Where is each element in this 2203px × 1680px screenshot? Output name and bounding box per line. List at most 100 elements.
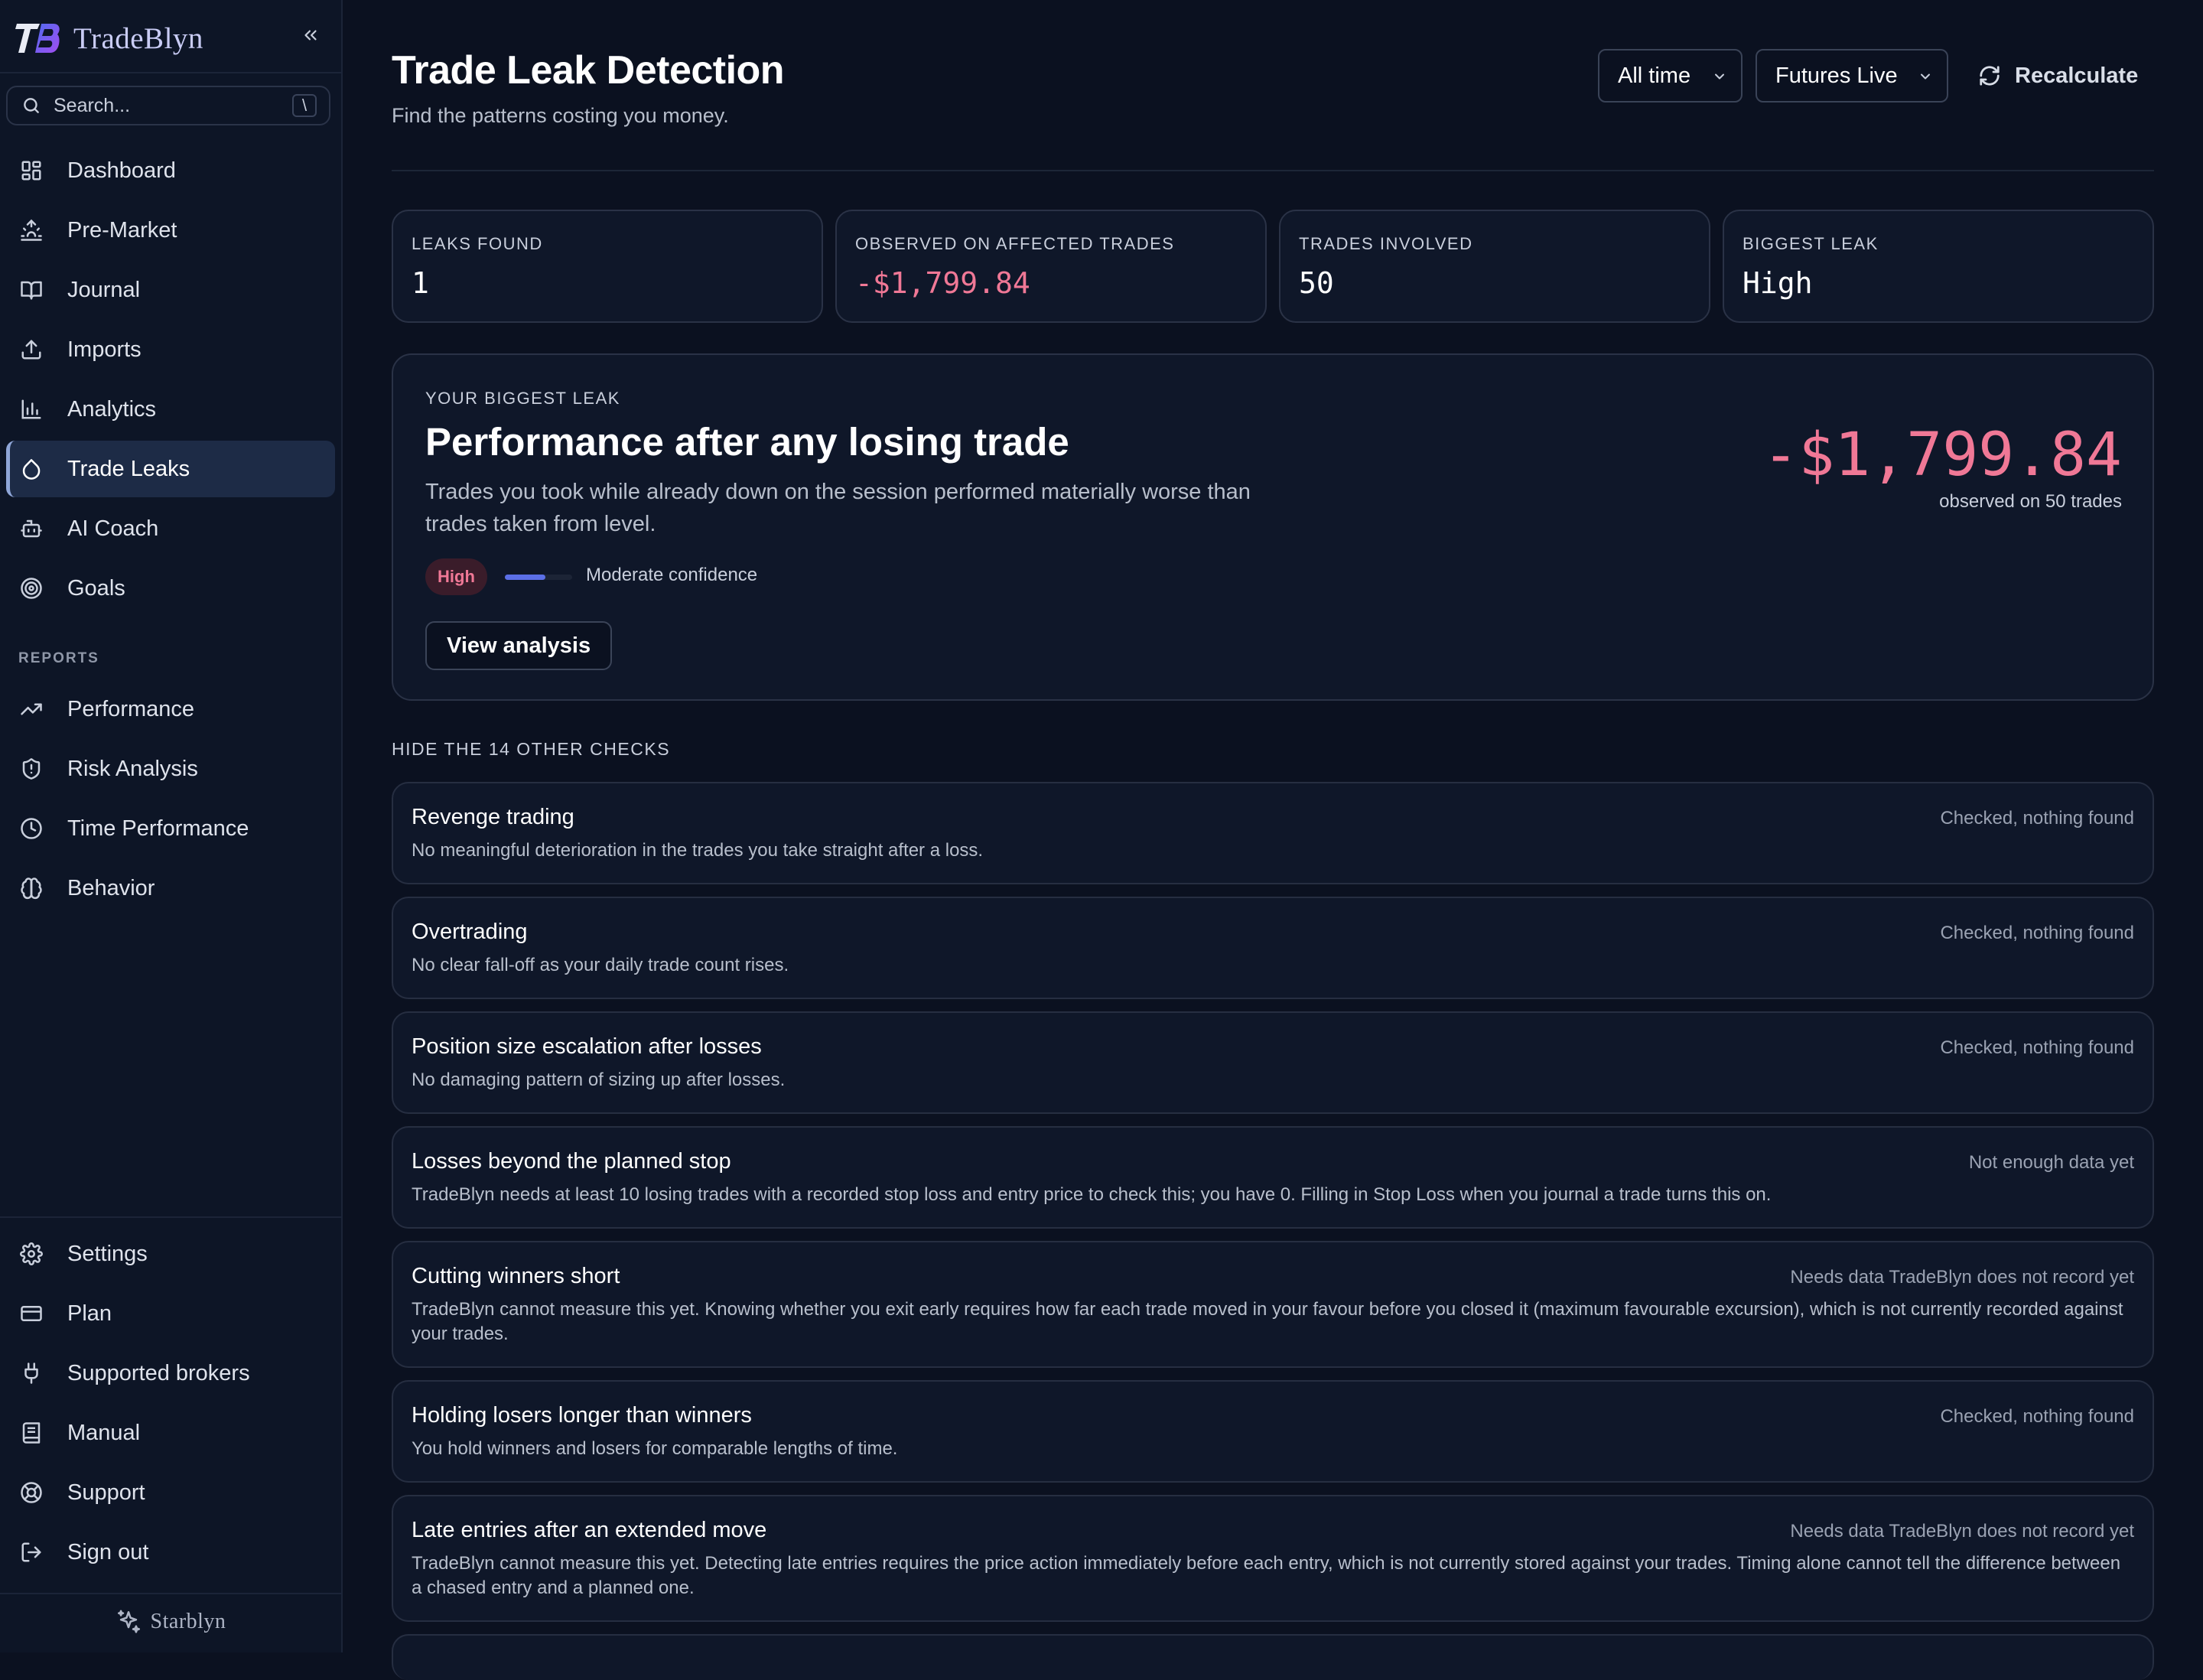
book-icon — [18, 1420, 44, 1446]
stat-card-biggest-leak: BIGGEST LEAK High — [1723, 210, 2154, 323]
sidebar-item-label: Plan — [67, 1301, 112, 1326]
sidebar-item-imports[interactable]: Imports — [6, 321, 335, 378]
starblyn-footer[interactable]: Starblyn — [0, 1599, 341, 1645]
sidebar-item-time-performance[interactable]: Time Performance — [6, 800, 335, 857]
search-box[interactable]: \ — [6, 86, 330, 125]
check-title: Position size escalation after losses — [412, 1034, 762, 1059]
stat-label: OBSERVED ON AFFECTED TRADES — [855, 234, 1175, 253]
sidebar-item-plan[interactable]: Plan — [6, 1285, 335, 1342]
collapse-sidebar-button[interactable] — [295, 20, 326, 50]
sidebar-item-manual[interactable]: Manual — [6, 1405, 335, 1461]
check-card-revenge-trading[interactable]: Revenge trading Checked, nothing found N… — [392, 782, 2154, 884]
chevrons-left-icon — [304, 30, 317, 41]
sidebar-item-label: Imports — [67, 337, 142, 362]
biggest-leak-title: Performance after any losing trade — [425, 420, 1069, 464]
sidebar-item-label: Trade Leaks — [67, 456, 190, 481]
upload-icon — [18, 337, 44, 363]
toggle-other-checks[interactable]: HIDE THE 14 OTHER CHECKS — [392, 739, 670, 760]
check-description: TradeBlyn cannot measure this yet. Knowi… — [412, 1299, 2123, 1344]
sidebar-item-journal[interactable]: Journal — [6, 262, 335, 318]
sidebar-item-label: Settings — [67, 1241, 148, 1266]
check-card-holding-losers[interactable]: Holding losers longer than winners Check… — [392, 1380, 2154, 1483]
stat-value: 50 — [1299, 266, 1334, 300]
recalculate-label: Recalculate — [2015, 63, 2139, 88]
main-content: Trade Leak Detection Find the patterns c… — [341, 0, 2203, 1680]
sidebar-item-risk-analysis[interactable]: Risk Analysis — [6, 741, 335, 797]
check-status: Needs data TradeBlyn does not record yet — [1790, 1521, 2134, 1542]
check-title: Losses beyond the planned stop — [412, 1149, 731, 1174]
search-input[interactable] — [52, 93, 285, 118]
sidebar-item-trade-leaks[interactable]: Trade Leaks — [6, 441, 335, 497]
check-card-partial[interactable] — [392, 1634, 2154, 1680]
check-title: Overtrading — [412, 920, 528, 944]
check-description: TradeBlyn needs at least 10 losing trade… — [412, 1184, 1772, 1205]
check-card-losses-beyond-stop[interactable]: Losses beyond the planned stop Not enoug… — [392, 1126, 2154, 1229]
sidebar-item-label: Risk Analysis — [67, 756, 198, 781]
gear-icon — [18, 1241, 44, 1267]
brain-icon — [18, 875, 44, 901]
page-title: Trade Leak Detection — [392, 48, 785, 93]
check-status: Checked, nothing found — [1940, 808, 2134, 829]
sidebar-item-dashboard[interactable]: Dashboard — [6, 142, 335, 199]
check-description: No meaningful deterioration in the trade… — [412, 840, 984, 861]
sidebar-item-label: Journal — [67, 277, 141, 302]
account-select-value: Futures Live — [1775, 63, 1898, 88]
check-card-late-entries[interactable]: Late entries after an extended move Need… — [392, 1495, 2154, 1622]
sidebar-item-performance[interactable]: Performance — [6, 681, 335, 737]
stat-value: 1 — [412, 266, 429, 300]
biggest-leak-eyebrow: YOUR BIGGEST LEAK — [425, 389, 620, 408]
divider — [0, 72, 341, 73]
sidebar-item-pre-market[interactable]: Pre-Market — [6, 202, 335, 259]
sidebar-item-label: Behavior — [67, 875, 155, 900]
divider — [0, 1593, 341, 1594]
check-card-overtrading[interactable]: Overtrading Checked, nothing found No cl… — [392, 897, 2154, 999]
shortcut-hint: \ — [292, 94, 317, 117]
sidebar-item-label: Analytics — [67, 396, 157, 422]
biggest-leak-amount-note: observed on 50 trades — [1939, 491, 2122, 512]
check-status: Checked, nothing found — [1940, 923, 2134, 943]
check-title: Revenge trading — [412, 805, 574, 829]
book-open-icon — [18, 277, 44, 303]
sidebar-item-behavior[interactable]: Behavior — [6, 860, 335, 917]
check-description: No clear fall-off as your daily trade co… — [412, 955, 789, 975]
chevron-down-icon — [1921, 73, 1930, 80]
period-select[interactable]: All time — [1598, 49, 1743, 103]
starblyn-label: Starblyn — [150, 1610, 226, 1633]
shield-alert-icon — [18, 756, 44, 782]
sidebar-item-label: Sign out — [67, 1539, 149, 1564]
recalculate-button[interactable]: Recalculate — [1978, 49, 2138, 103]
sidebar-item-analytics[interactable]: Analytics — [6, 381, 335, 438]
sidebar-item-ai-coach[interactable]: AI Coach — [6, 500, 335, 557]
sparkles-icon — [117, 1610, 140, 1633]
biggest-leak-description: Trades you took while already down on th… — [425, 480, 1251, 536]
sidebar-item-support[interactable]: Support — [6, 1464, 335, 1521]
sunrise-icon — [18, 217, 44, 243]
sidebar: TradeBlyn \ Dashboard Pre-Market Journal… — [0, 0, 343, 1652]
sidebar-item-settings[interactable]: Settings — [6, 1226, 335, 1282]
biggest-leak-amount: -$1,799.84 — [1762, 421, 2122, 490]
header-divider — [392, 170, 2154, 171]
stat-card-leaks-found: LEAKS FOUND 1 — [392, 210, 823, 323]
layout-dashboard-icon — [18, 158, 44, 184]
stat-label: LEAKS FOUND — [412, 234, 543, 253]
sidebar-item-goals[interactable]: Goals — [6, 560, 335, 617]
check-status: Checked, nothing found — [1940, 1406, 2134, 1427]
sidebar-item-sign-out[interactable]: Sign out — [6, 1524, 335, 1581]
check-title: Cutting winners short — [412, 1264, 620, 1288]
target-icon — [18, 575, 44, 601]
sidebar-item-supported-brokers[interactable]: Supported brokers — [6, 1345, 335, 1402]
brand[interactable]: TradeBlyn — [14, 17, 203, 60]
divider — [0, 1216, 341, 1218]
check-status: Not enough data yet — [1968, 1152, 2134, 1173]
check-card-position-size-escalation[interactable]: Position size escalation after losses Ch… — [392, 1011, 2154, 1114]
stat-card-observed-amount: OBSERVED ON AFFECTED TRADES -$1,799.84 — [835, 210, 1267, 323]
account-select[interactable]: Futures Live — [1756, 49, 1948, 103]
sidebar-item-label: Supported brokers — [67, 1360, 250, 1385]
check-description: TradeBlyn cannot measure this yet. Detec… — [412, 1553, 2121, 1598]
view-analysis-button[interactable]: View analysis — [425, 621, 613, 670]
credit-card-icon — [18, 1301, 44, 1327]
check-card-cutting-winners-short[interactable]: Cutting winners short Needs data TradeBl… — [392, 1241, 2154, 1368]
sidebar-item-label: Time Performance — [67, 816, 249, 841]
confidence-meter-fill — [505, 575, 545, 580]
stat-label: TRADES INVOLVED — [1299, 234, 1473, 253]
